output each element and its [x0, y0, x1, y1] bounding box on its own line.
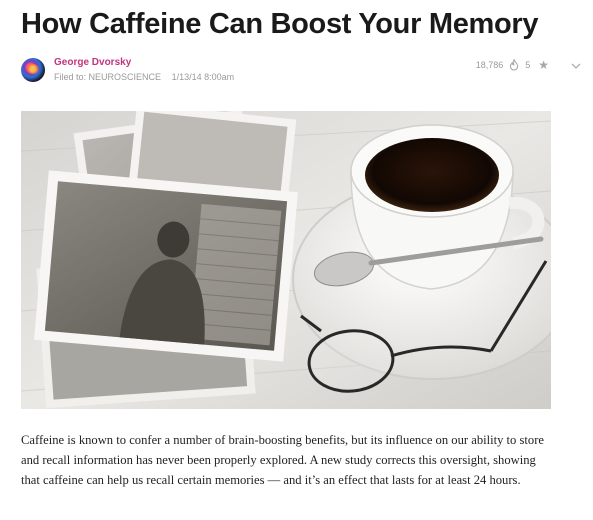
category-link[interactable]: NEUROSCIENCE — [89, 72, 162, 82]
article-body: Caffeine is known to confer a number of … — [21, 433, 544, 487]
article-meta: Filed to: NEUROSCIENCE 1/13/14 8:00am — [54, 72, 234, 82]
filed-to-label: Filed to: — [54, 72, 87, 82]
hero-image[interactable] — [21, 111, 551, 409]
byline: George Dvorsky Filed to: NEUROSCIENCE 1/… — [21, 56, 581, 86]
chevron-down-icon[interactable] — [571, 62, 581, 70]
flame-icon — [510, 59, 519, 71]
author-avatar[interactable] — [21, 58, 45, 82]
reaction-count[interactable]: 5 — [525, 60, 530, 70]
star-icon[interactable]: ★ — [538, 59, 549, 71]
author-link[interactable]: George Dvorsky — [54, 57, 131, 68]
hero-illustration — [21, 111, 551, 409]
publish-timestamp[interactable]: 1/13/14 8:00am — [172, 72, 235, 82]
article-title[interactable]: How Caffeine Can Boost Your Memory — [21, 6, 581, 42]
article-stats: 18,786 5 ★ — [476, 58, 581, 72]
view-count: 18,786 — [475, 60, 504, 70]
